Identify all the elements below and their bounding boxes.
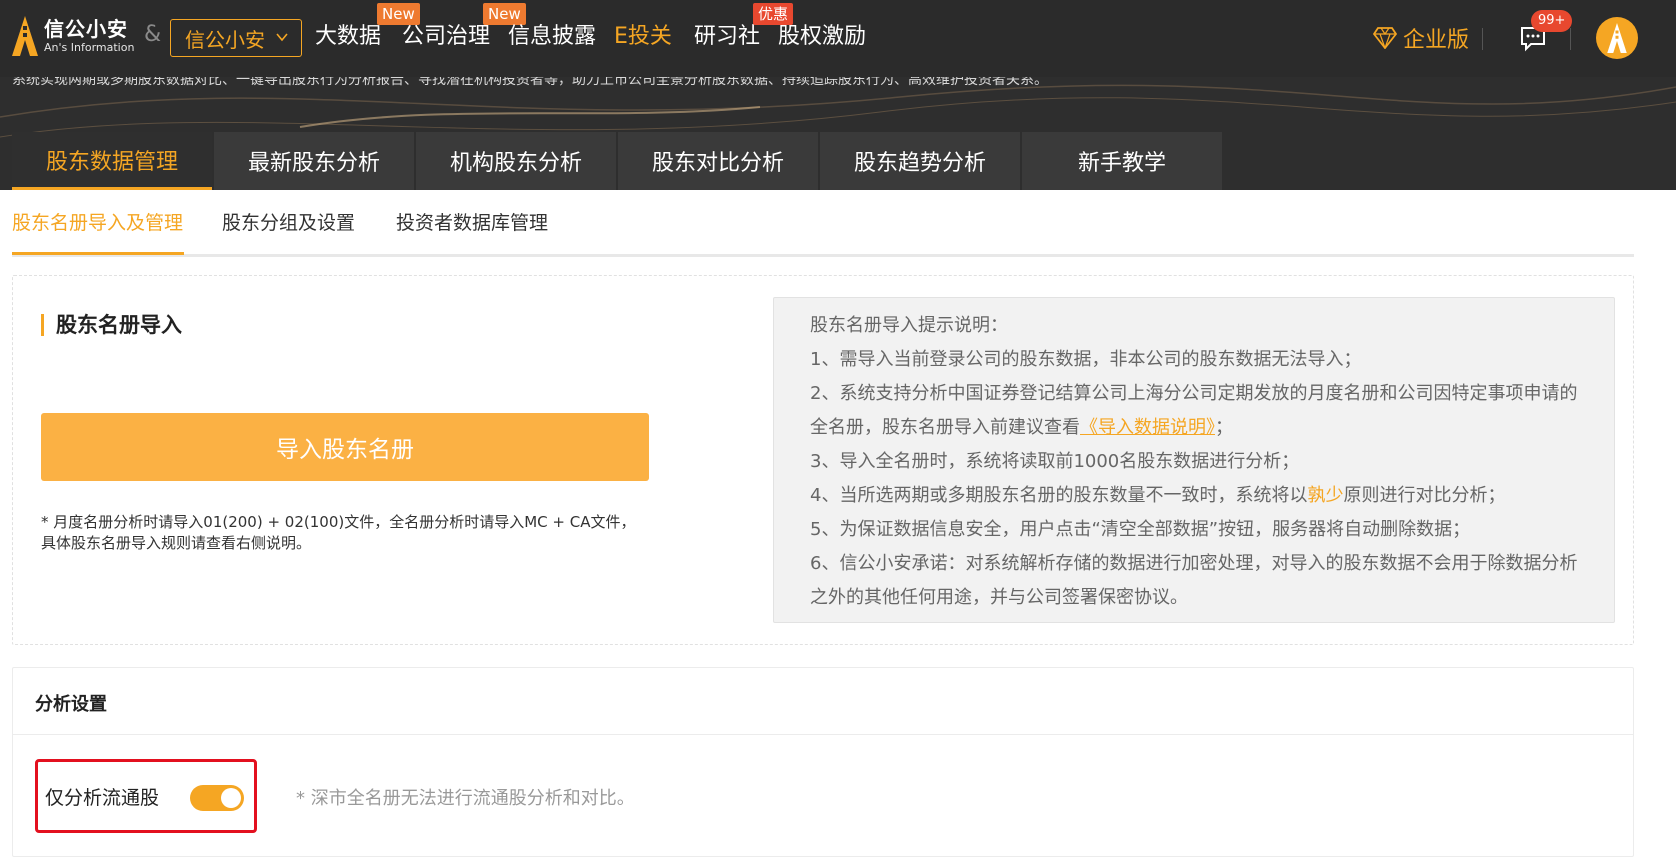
switch-knob (221, 788, 241, 808)
avatar[interactable] (1596, 17, 1638, 59)
tips-heading: 股东名册导入提示说明： (810, 315, 1008, 336)
logo-text-cn: 信公小安 (44, 17, 128, 41)
nav-item-big-data[interactable]: 大数据 (315, 22, 381, 52)
top-nav-bar: 信公小安 An's Information & 信公小安 大数据 New 公司治… (0, 0, 1676, 77)
divider (13, 734, 1633, 735)
import-note: * 月度名册分析时请导入01(200) + 02(100)文件，全名册分析时请导… (41, 513, 636, 552)
logo[interactable]: 信公小安 An's Information (12, 16, 134, 56)
panel-title: 股东名册导入 (41, 314, 182, 336)
analysis-settings-panel: 分析设置 仅分析流通股 * 深市全名册无法进行流通股分析和对比。 (12, 667, 1634, 857)
highlight-text: 孰少 (1307, 485, 1344, 506)
tip-text: ； (1215, 417, 1233, 438)
tip-item: 2、系统支持分析中国证券登记结算公司上海分公司定期发放的月度名册和公司因特定事项… (810, 377, 1594, 445)
import-roster-button[interactable]: 导入股东名册 (41, 413, 649, 481)
tab-institutional-shareholder-analysis[interactable]: 机构股东分析 (416, 132, 616, 190)
active-tab-indicator (12, 252, 184, 255)
avatar-logo-icon (1607, 23, 1627, 53)
ampersand: & (144, 22, 162, 47)
enterprise-edition-link[interactable]: 企业版 (1373, 22, 1469, 54)
tab-shareholder-data-management[interactable]: 股东数据管理 (12, 132, 212, 190)
import-panel: 股东名册导入 导入股东名册 * 月度名册分析时请导入01(200) + 02(1… (12, 275, 1634, 645)
subtab-roster-import[interactable]: 股东名册导入及管理 (12, 208, 183, 235)
subtab-grouping-settings[interactable]: 股东分组及设置 (222, 208, 355, 235)
nav-item-label: 股权激励 (778, 24, 867, 49)
nav-item-equity-incentive[interactable]: 股权激励 (778, 22, 866, 52)
tip-item: 5、为保证数据信息安全，用户点击“清空全部数据”按钮，服务器将自动删除数据； (810, 519, 1471, 540)
nav-item-e-ir[interactable]: E投关 (614, 22, 672, 52)
import-data-guide-link[interactable]: 《导入数据说明》 (1080, 417, 1215, 438)
tab-shareholder-trend[interactable]: 股东趋势分析 (820, 132, 1020, 190)
subtab-investor-database[interactable]: 投资者数据库管理 (396, 208, 548, 235)
nav-item-governance[interactable]: 公司治理 (402, 22, 490, 52)
circulating-shares-toggle-row: 仅分析流通股 (35, 759, 257, 833)
nav-divider (1570, 28, 1571, 50)
hero-description: 系统实现两期或多期股东数据对比、一键导出股东行为分析报告、寻找潜在机构投资者等，… (12, 77, 1048, 88)
nav-divider (1482, 28, 1483, 50)
nav-item-label: E投关 (614, 24, 672, 49)
company-select-value: 信公小安 (185, 27, 265, 52)
nav-item-academy[interactable]: 研习社 (694, 22, 760, 52)
tip-item: 1、需导入当前登录公司的股东数据，非本公司的股东数据无法导入； (810, 349, 1362, 370)
chevron-down-icon (276, 33, 288, 42)
nav-item-label: 信息披露 (508, 24, 597, 49)
settings-title: 分析设置 (35, 694, 107, 715)
diamond-icon (1373, 27, 1397, 49)
tip-text: 原则进行对比分析； (1343, 485, 1506, 506)
sub-tabs: 股东名册导入及管理 股东分组及设置 投资者数据库管理 (12, 190, 1634, 257)
tab-latest-shareholder-analysis[interactable]: 最新股东分析 (214, 132, 414, 190)
tip-item: 3、导入全名册时，系统将读取前1000名股东数据进行分析； (810, 451, 1300, 472)
logo-text-en: An's Information (44, 41, 135, 54)
company-select[interactable]: 信公小安 (170, 19, 302, 57)
main-tabs: 股东数据管理 最新股东分析 机构股东分析 股东对比分析 股东趋势分析 新手教学 (12, 132, 1224, 190)
tip-text: 4、当所选两期或多期股东名册的股东数量不一致时，系统将以 (810, 485, 1308, 506)
tab-beginner-tutorial[interactable]: 新手教学 (1022, 132, 1222, 190)
circulating-shares-switch[interactable] (190, 785, 244, 811)
tip-item: 6、信公小安承诺：对系统解析存储的数据进行加密处理，对导入的股东数据不会用于除数… (810, 553, 1578, 608)
nav-item-disclosure[interactable]: 信息披露 (508, 22, 596, 52)
message-count-badge: 99+ (1531, 10, 1573, 32)
import-tips-box: 股东名册导入提示说明： 1、需导入当前登录公司的股东数据，非本公司的股东数据无法… (773, 297, 1615, 623)
nav-item-label: 公司治理 (402, 24, 491, 49)
nav-item-label: 研习社 (694, 24, 761, 49)
tab-shareholder-comparison[interactable]: 股东对比分析 (618, 132, 818, 190)
enterprise-label: 企业版 (1403, 28, 1470, 53)
tip-item: 4、当所选两期或多期股东名册的股东数量不一致时，系统将以孰少原则进行对比分析； (810, 479, 1594, 513)
logo-icon (12, 16, 38, 56)
settings-note: * 深市全名册无法进行流通股分析和对比。 (296, 788, 635, 809)
toggle-label: 仅分析流通股 (45, 787, 160, 809)
nav-item-label: 大数据 (315, 24, 382, 49)
